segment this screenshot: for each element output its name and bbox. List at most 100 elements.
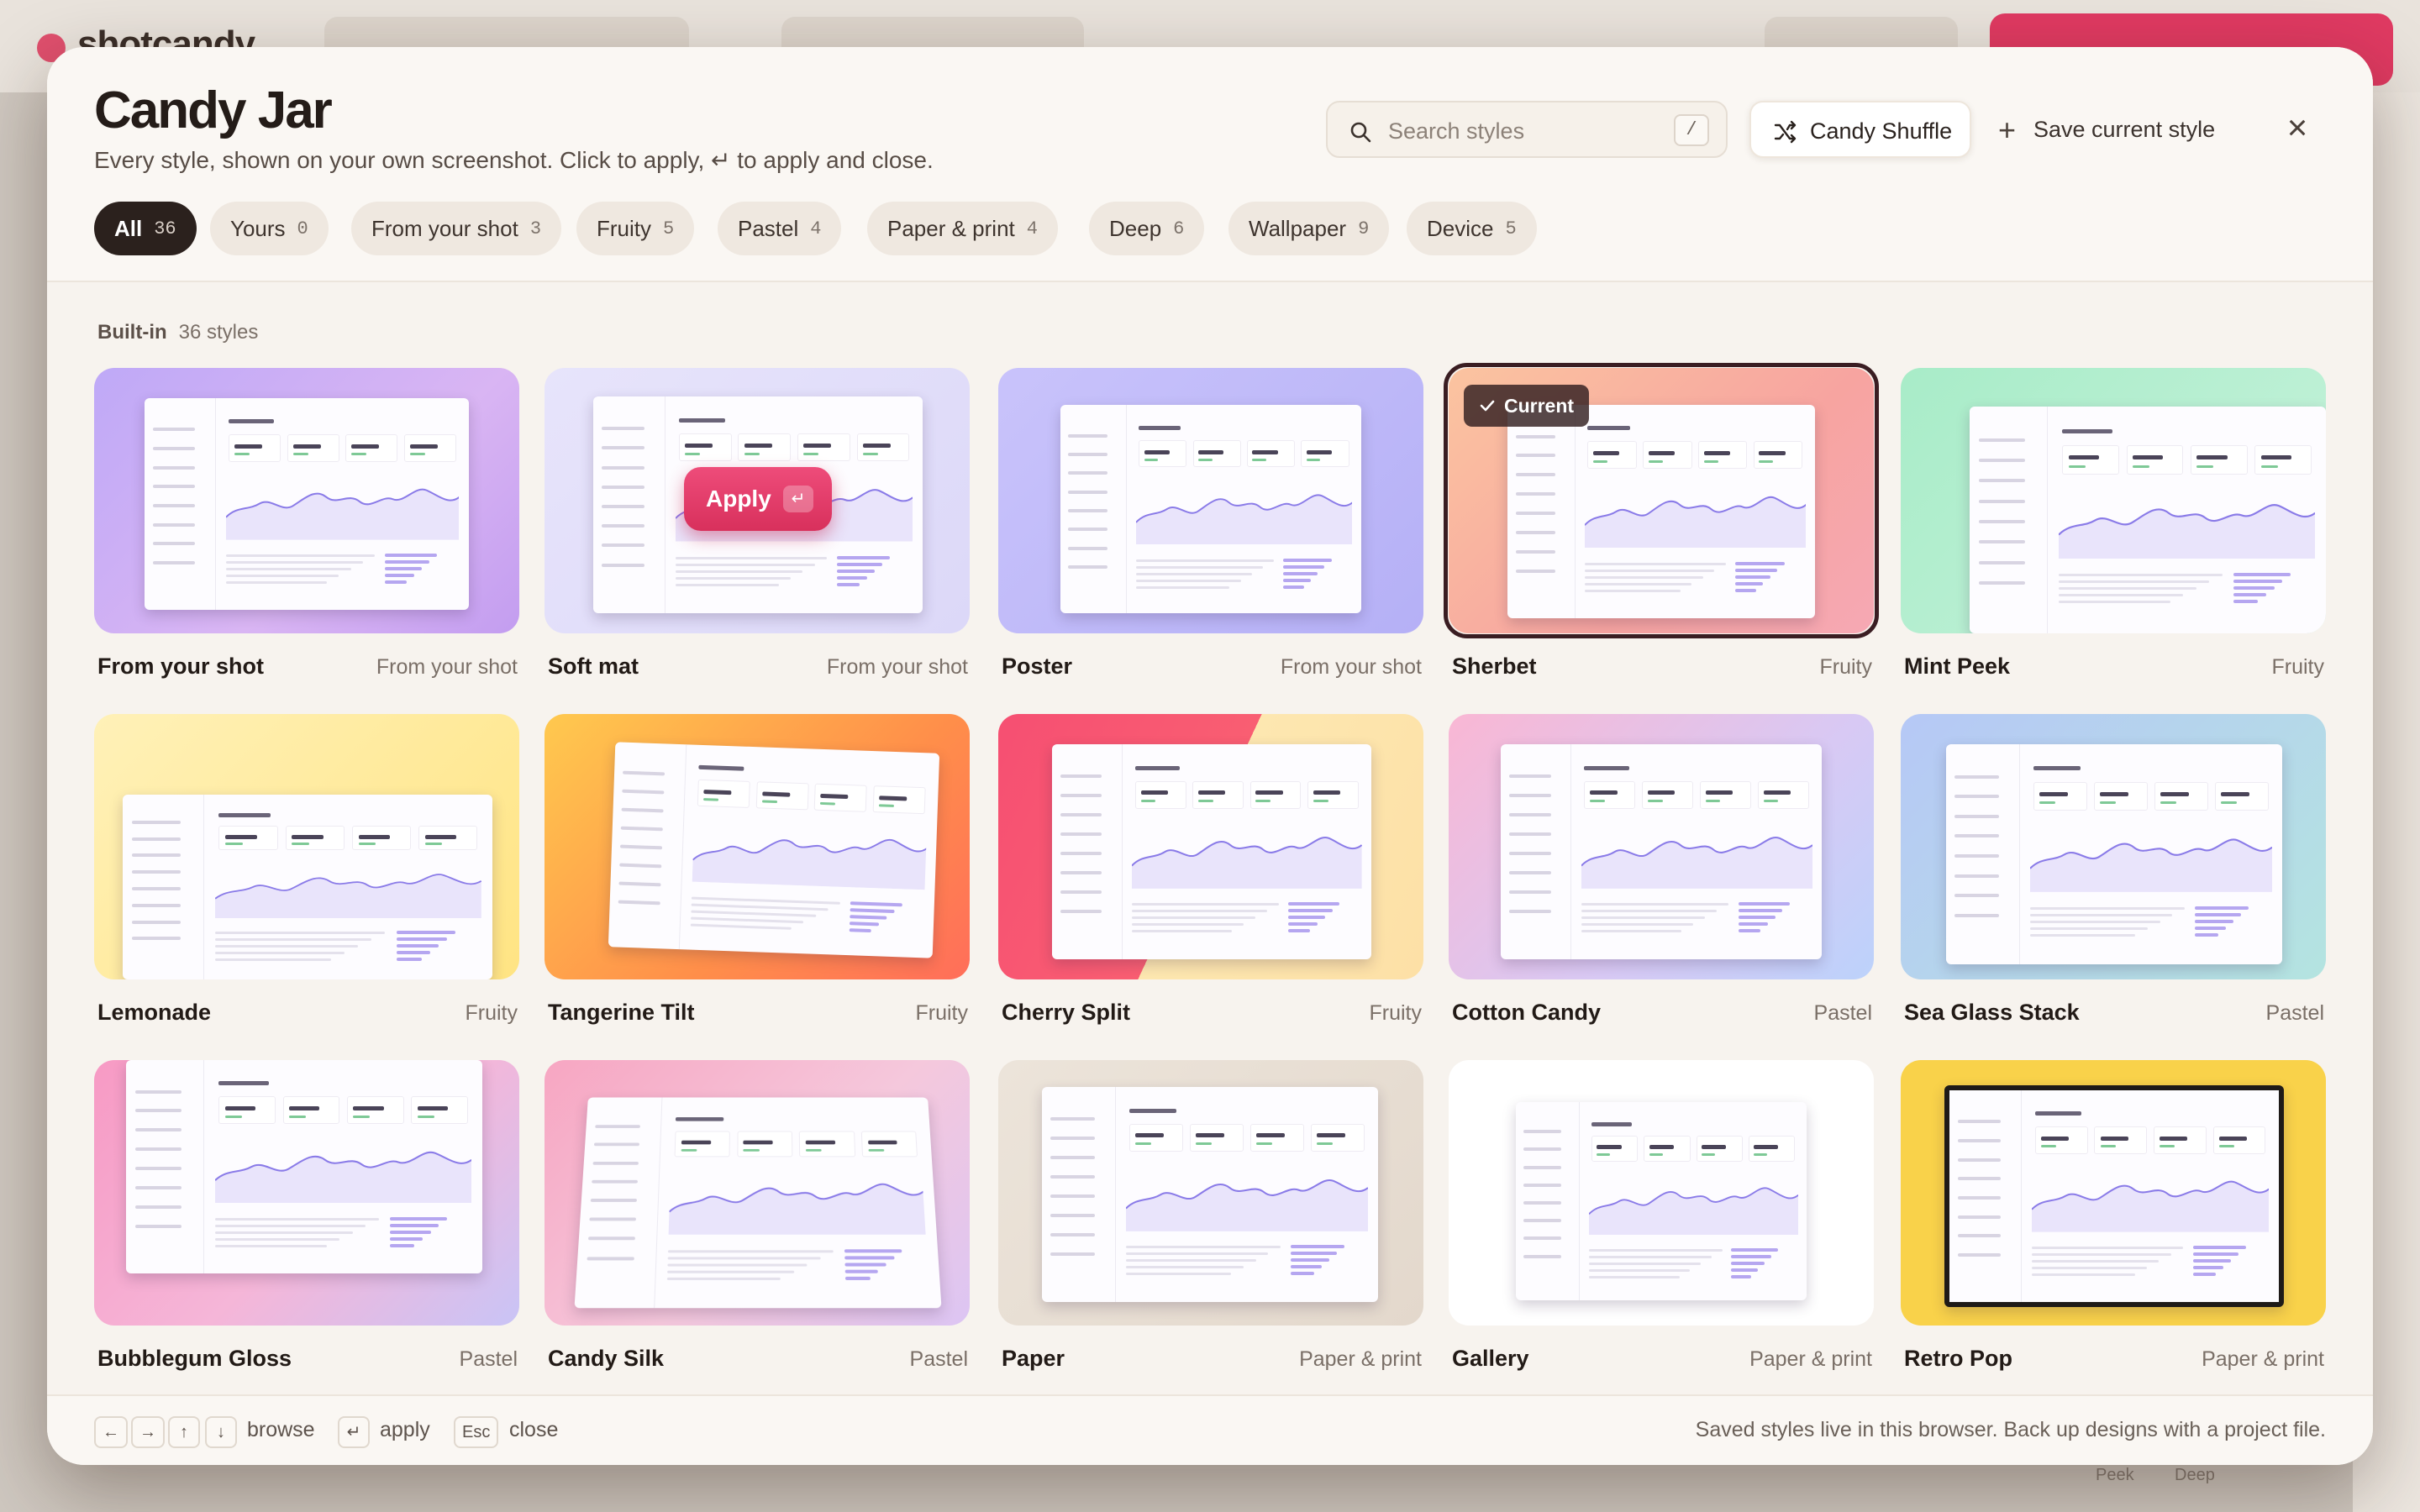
style-category: Fruity	[1819, 655, 1873, 679]
filter-chip-pastel[interactable]: Pastel 4	[718, 202, 842, 255]
save-current-style-button[interactable]: + Save current style	[1990, 101, 2233, 158]
filter-chip-label: Deep	[1109, 215, 1162, 241]
filter-chip-all[interactable]: All 36	[94, 202, 197, 255]
style-preview[interactable]	[998, 1060, 1423, 1326]
style-name: Mint Peek	[1904, 654, 2011, 679]
browse-hint: browse	[247, 1418, 315, 1441]
preview-title	[1584, 765, 1629, 770]
filter-chip-label: Wallpaper	[1249, 215, 1347, 241]
preview-kpi	[2212, 1126, 2266, 1154]
apply-hint: apply	[380, 1418, 430, 1441]
filter-chip-label: All	[114, 215, 143, 241]
preview-bars	[2233, 570, 2316, 624]
filter-chip-count: 4	[810, 218, 822, 239]
preview-kpi	[346, 1096, 404, 1125]
preview-table	[225, 550, 376, 601]
style-category: Fruity	[915, 1001, 969, 1025]
preview-kpi	[2034, 1126, 2088, 1154]
style-preview[interactable]: Apply ↵	[544, 368, 970, 633]
preview-bars	[837, 553, 913, 605]
screenshot-preview	[1501, 744, 1822, 959]
candy-jar-modal: Candy Jar Every style, shown on your own…	[47, 47, 2373, 1465]
style-preview[interactable]	[94, 714, 519, 979]
filter-chip-count: 5	[1505, 218, 1517, 239]
preview-kpi	[1246, 440, 1296, 468]
style-name: Cherry Split	[1002, 1000, 1131, 1025]
left-arrow-key: ←	[94, 1416, 128, 1448]
close-hint: close	[509, 1418, 559, 1441]
style-preview[interactable]	[1449, 1060, 1874, 1326]
preview-chart	[2059, 503, 2316, 559]
preview-chart	[1132, 836, 1362, 889]
style-category: From your shot	[1280, 655, 1422, 679]
preview-kpi	[1192, 780, 1244, 809]
filter-chip-count: 5	[663, 218, 675, 239]
preview-sidebar	[1501, 744, 1572, 959]
style-preview[interactable]	[544, 714, 970, 979]
preview-sidebar	[1970, 407, 2049, 633]
preview-kpi	[2094, 781, 2148, 811]
modal-footer: ← → ↑ ↓ browse ↵ apply Esc close Saved s…	[47, 1394, 2373, 1465]
style-preview[interactable]	[1449, 714, 1874, 979]
modal-title: Candy Jar	[94, 81, 333, 139]
preview-bars	[1291, 1242, 1368, 1293]
preview-title	[229, 419, 275, 424]
screenshot-preview	[1970, 407, 2326, 633]
style-name: Sea Glass Stack	[1904, 1000, 2080, 1025]
style-name: Paper	[1002, 1346, 1065, 1371]
filter-chip-count: 3	[529, 218, 542, 239]
filter-chip-device[interactable]: Device 5	[1407, 202, 1537, 255]
apply-button[interactable]: Apply ↵	[684, 467, 832, 531]
screenshot-preview	[574, 1097, 942, 1309]
style-preview[interactable]	[1901, 714, 2326, 979]
preview-chart	[668, 1168, 927, 1236]
preview-kpi	[1591, 1136, 1639, 1162]
preview-title	[2062, 429, 2112, 433]
candy-shuffle-button[interactable]: Candy Shuffle	[1749, 101, 1971, 158]
preview-title	[1129, 1108, 1176, 1113]
filter-chip-fruity[interactable]: Fruity 5	[576, 202, 695, 255]
preview-sidebar	[1516, 1102, 1581, 1300]
preview-chart	[1135, 494, 1353, 545]
preview-kpi	[1748, 1136, 1796, 1162]
style-preview[interactable]	[94, 1060, 519, 1326]
preview-sidebar	[126, 1060, 205, 1273]
style-category: Pastel	[2265, 1001, 2324, 1025]
esc-key: Esc	[454, 1416, 499, 1448]
style-preview[interactable]	[1901, 1060, 2326, 1326]
filter-chip-count: 9	[1358, 218, 1370, 239]
preview-kpi	[218, 1096, 276, 1125]
filter-chip-paper-print[interactable]: Paper & print 4	[867, 202, 1058, 255]
style-name: Soft mat	[548, 654, 639, 679]
screenshot-preview	[123, 795, 492, 979]
preview-kpi	[1584, 780, 1636, 809]
preview-kpi	[813, 784, 867, 812]
search-input[interactable]: Search styles /	[1326, 101, 1728, 158]
preview-title	[1139, 425, 1181, 430]
style-preview[interactable]	[998, 368, 1423, 633]
filter-chip-count: 4	[1026, 218, 1038, 239]
filter-chip-deep[interactable]: Deep 6	[1089, 202, 1205, 255]
modal-subtitle: Every style, shown on your own screensho…	[94, 147, 934, 173]
style-preview[interactable]	[1901, 368, 2326, 633]
preview-table	[1126, 1242, 1281, 1293]
filter-chip-from-your-shot[interactable]: From your shot 3	[351, 202, 562, 255]
close-icon[interactable]: ×	[2277, 109, 2317, 150]
style-category: Fruity	[1369, 1001, 1423, 1025]
filter-chip-wallpaper[interactable]: Wallpaper 9	[1228, 202, 1390, 255]
style-preview[interactable]	[998, 714, 1423, 979]
preview-table	[1132, 899, 1279, 950]
preview-kpi	[1644, 1136, 1691, 1162]
preview-title	[698, 765, 744, 772]
preview-kpi	[860, 1131, 918, 1158]
preview-title	[676, 1116, 724, 1121]
style-preview[interactable]	[94, 368, 519, 633]
preview-sidebar	[1042, 1087, 1116, 1302]
filter-chip-yours[interactable]: Yours 0	[210, 202, 329, 255]
preview-kpi	[797, 433, 850, 462]
preview-title	[2034, 1111, 2081, 1116]
preview-kpi	[738, 433, 792, 462]
preview-kpi	[1134, 780, 1186, 809]
style-preview[interactable]	[544, 1060, 970, 1326]
preview-kpi	[411, 1096, 469, 1125]
